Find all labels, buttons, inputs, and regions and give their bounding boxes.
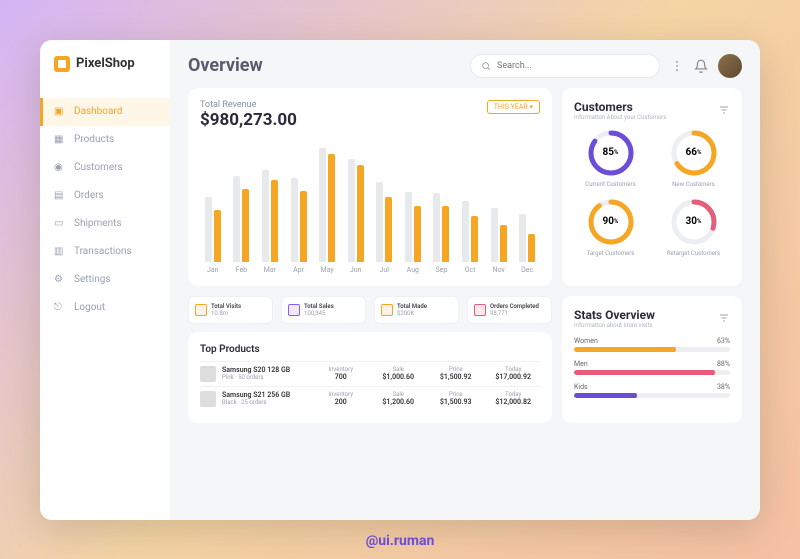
sidebar-item-orders[interactable]: ▤ Orders xyxy=(40,182,170,210)
stat-women: Women63% xyxy=(574,337,730,352)
chart-bar-Oct: Oct xyxy=(457,144,483,274)
stat-men: Men88% xyxy=(574,360,730,375)
search-input[interactable] xyxy=(497,61,649,71)
sidebar-item-logout[interactable]: ⎋ Logout xyxy=(40,294,170,322)
nav-label: Orders xyxy=(74,190,104,201)
top-products-title: Top Products xyxy=(200,344,540,355)
period-selector[interactable]: THIS YEAR ▾ xyxy=(487,100,540,114)
product-row[interactable]: Samsung S21 256 GBBlack · 25 ordersInven… xyxy=(200,386,540,411)
bell-icon[interactable] xyxy=(694,59,708,73)
top-products-card: Top Products Samsung S20 128 GBPink · 50… xyxy=(188,332,552,423)
chart-bar-Jul: Jul xyxy=(371,144,397,274)
nav-icon: ⚙ xyxy=(54,274,66,286)
ring-new-customers: 66%New Customers xyxy=(657,129,730,188)
nav-icon: ▦ xyxy=(54,134,66,146)
chart-bar-Dec: Dec xyxy=(514,144,540,274)
chart-bar-Feb: Feb xyxy=(229,144,255,274)
page-title: Overview xyxy=(188,55,263,76)
sidebar-item-products[interactable]: ▦ Products xyxy=(40,126,170,154)
chart-bar-Mar: Mar xyxy=(257,144,283,274)
revenue-chart: JanFebMarAprMayJunJulAugSepOctNovDec xyxy=(200,142,540,274)
filter-icon[interactable] xyxy=(718,104,730,116)
product-image xyxy=(200,366,216,382)
brand-logo[interactable]: PixelShop xyxy=(40,56,170,86)
ring-current-customers: 85%Current Customers xyxy=(574,129,647,188)
product-row[interactable]: Samsung S20 128 GBPink · 50 ordersInvent… xyxy=(200,361,540,386)
customers-title: Customers xyxy=(574,100,666,114)
kpi-orders-completed: Orders Completed98,771 xyxy=(467,296,552,324)
nav: ▣ Dashboard ▦ Products ◉ Customers ▤ Orders ▭ Shi… xyxy=(40,86,170,322)
sidebar: PixelShop ▣ Dashboard ▦ Products ◉ Customers ▤… xyxy=(40,40,170,520)
chart-bar-Jun: Jun xyxy=(343,144,369,274)
search-box[interactable] xyxy=(470,54,660,78)
topbar: Overview xyxy=(188,54,742,78)
avatar[interactable] xyxy=(718,54,742,78)
nav-label: Logout xyxy=(74,302,105,313)
nav-label: Products xyxy=(74,134,114,145)
filter-icon[interactable] xyxy=(718,312,730,324)
customers-subtitle: Information About your Customers xyxy=(574,114,666,121)
nav-icon: ▤ xyxy=(54,190,66,202)
search-icon xyxy=(481,61,491,71)
main: Overview Total Revenue $980,273.00 THIS … xyxy=(170,40,760,520)
credit: @ui.ruman xyxy=(366,533,435,549)
kpi-total-sales: Total Sales100,345 xyxy=(281,296,366,324)
sidebar-item-transactions[interactable]: ▥ Transactions xyxy=(40,238,170,266)
logo-icon xyxy=(54,56,70,72)
kpi-total-visits: Total Visits10.8m xyxy=(188,296,273,324)
revenue-value: $980,273.00 xyxy=(200,110,297,130)
ring-target-customers: 90%Target Customers xyxy=(574,198,647,257)
sidebar-item-customers[interactable]: ◉ Customers xyxy=(40,154,170,182)
nav-icon: ▣ xyxy=(54,106,66,118)
chart-bar-Apr: Apr xyxy=(286,144,312,274)
chart-bar-May: May xyxy=(314,144,340,274)
stats-subtitle: Information about store visits xyxy=(574,322,655,329)
stats-card: Stats Overview Information about store v… xyxy=(562,296,742,423)
sidebar-item-shipments[interactable]: ▭ Shipments xyxy=(40,210,170,238)
nav-icon: ⎋ xyxy=(54,302,66,314)
chart-bar-Nov: Nov xyxy=(486,144,512,274)
product-image xyxy=(200,391,216,407)
nav-label: Dashboard xyxy=(74,106,122,117)
stats-title: Stats Overview xyxy=(574,308,655,322)
ring-retarget-customers: 30%Retarget Customers xyxy=(657,198,730,257)
nav-label: Transactions xyxy=(74,246,132,257)
revenue-label: Total Revenue xyxy=(200,100,297,110)
sidebar-item-settings[interactable]: ⚙ Settings xyxy=(40,266,170,294)
brand-name: PixelShop xyxy=(76,56,135,71)
sidebar-item-dashboard[interactable]: ▣ Dashboard xyxy=(40,98,170,126)
nav-icon: ◉ xyxy=(54,162,66,174)
customers-card: Customers Information About your Custome… xyxy=(562,88,742,286)
nav-label: Shipments xyxy=(74,218,122,229)
nav-label: Settings xyxy=(74,274,111,285)
revenue-card: Total Revenue $980,273.00 THIS YEAR ▾ Ja… xyxy=(188,88,552,286)
nav-label: Customers xyxy=(74,162,123,173)
chart-bar-Sep: Sep xyxy=(429,144,455,274)
nav-icon: ▭ xyxy=(54,218,66,230)
lower-left: Total Visits10.8m Total Sales100,345 Total… xyxy=(188,296,552,423)
stat-kids: Kids38% xyxy=(574,383,730,398)
chart-bar-Aug: Aug xyxy=(400,144,426,274)
chart-bar-Jan: Jan xyxy=(200,144,226,274)
more-icon[interactable] xyxy=(670,59,684,73)
kpi-total-made: Total Made$200K xyxy=(374,296,459,324)
nav-icon: ▥ xyxy=(54,246,66,258)
